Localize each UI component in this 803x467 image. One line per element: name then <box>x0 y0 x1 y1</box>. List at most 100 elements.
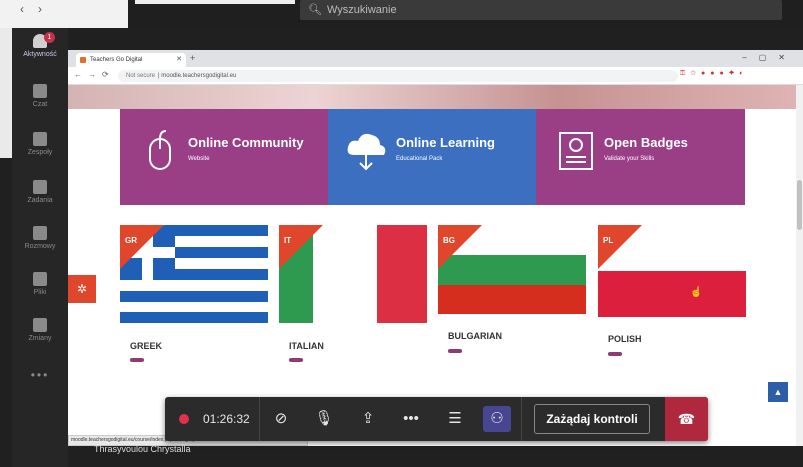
tile-title: Open Badges <box>604 135 688 150</box>
page-scrollbar[interactable] <box>796 85 803 446</box>
rail-item-teams[interactable]: Zespoły <box>12 126 68 170</box>
browser-tab-bar: Teachers Go Digital ✕ + –▢✕ <box>68 50 803 67</box>
recording-icon <box>179 414 189 424</box>
tile-open-badges[interactable]: Open Badges Validate your Skills <box>536 109 745 205</box>
language-polish[interactable]: PL POLISH ☝ <box>598 225 746 356</box>
url-text: moodle.teachersgodigital.eu <box>161 73 237 79</box>
teams-icon <box>33 132 47 146</box>
request-control-button[interactable]: Zażądaj kontroli <box>534 404 650 434</box>
rail-item-calls[interactable]: Rozmowy <box>12 220 68 264</box>
phone-icon <box>33 226 47 240</box>
close-tab-icon[interactable]: ✕ <box>176 53 182 67</box>
browser-tab[interactable]: Teachers Go Digital ✕ <box>76 53 186 67</box>
rail-item-shifts[interactable]: Zmiany <box>12 312 68 356</box>
cursor-icon: ☝ <box>690 287 703 298</box>
language-name: ITALIAN <box>289 341 324 351</box>
hang-up-button[interactable]: ☎ <box>665 397 708 441</box>
chat-icon[interactable]: ☰ <box>441 406 469 432</box>
language-name: BULGARIAN <box>448 331 502 341</box>
screen: ‹› 🔍︎ Wyszukiwanie 1 Aktywność Czat Zespo… <box>0 0 803 467</box>
assignments-icon <box>33 180 47 194</box>
nav-area: ‹› <box>0 0 128 28</box>
rail-label-calls: Rozmowy <box>24 243 56 250</box>
settings-gear-icon[interactable]: ✲ <box>68 275 96 303</box>
search-placeholder: Wyszukiwanie <box>326 4 397 16</box>
language-corner <box>279 225 323 269</box>
favicon-icon <box>80 57 86 63</box>
tab-title: Teachers Go Digital <box>90 57 143 63</box>
language-corner <box>120 225 164 269</box>
language-bulgarian[interactable]: BG BULGARIAN <box>438 225 586 353</box>
share-screen-icon[interactable]: ⇪ <box>354 406 382 432</box>
language-code: IT <box>284 236 292 245</box>
rail-label-activity: Aktywność <box>23 51 57 58</box>
scroll-to-top-button[interactable]: ▲ <box>768 382 788 402</box>
back-forward-icon[interactable]: ‹› <box>20 2 56 16</box>
camera-off-icon[interactable]: ⊘ <box>267 406 295 432</box>
certificate-icon <box>559 132 593 170</box>
participants-icon[interactable]: ⚇ <box>483 406 511 432</box>
presenter-name: Thrasyvoulou Chrystalla <box>94 444 191 454</box>
more-apps-icon[interactable]: ••• <box>12 368 68 382</box>
red-flag <box>377 225 427 323</box>
tile-subtitle: Validate your Skills <box>604 156 655 162</box>
language-code: PL <box>603 236 614 245</box>
hang-up-icon: ☎ <box>677 411 696 427</box>
more-options-icon[interactable]: ••• <box>397 406 425 432</box>
language-name: POLISH <box>608 334 642 344</box>
rail-item-files[interactable]: Pliki <box>12 266 68 310</box>
nav-buttons-icon[interactable]: ←→⟳ <box>74 70 115 79</box>
rail-label-teams: Zespoły <box>27 149 53 156</box>
meeting-timer: 01:26:32 <box>203 412 250 426</box>
meeting-toolbar: 01:26:32 ⊘ 🎙︎ ⇪ ••• ☰ ⚇ Zażądaj kontroli… <box>165 397 708 441</box>
teams-rail: 1 Aktywność Czat Zespoły Zadania Rozmowy… <box>12 28 68 467</box>
language-corner <box>438 225 482 269</box>
rail-label-shifts: Zmiany <box>28 335 52 342</box>
language-italian[interactable]: IT ITALIAN <box>279 225 329 362</box>
tile-title: Online Community <box>188 135 304 150</box>
language-unlabeled[interactable] <box>377 225 427 328</box>
teams-title-bar: ‹› 🔍︎ Wyszukiwanie <box>0 0 803 28</box>
left-edge <box>0 28 12 158</box>
activity-badge: 1 <box>44 32 55 43</box>
cloud-download-icon <box>347 133 386 171</box>
language-bar <box>448 349 462 353</box>
tile-online-community[interactable]: Online Community Website <box>120 109 328 205</box>
shared-browser-window: Teachers Go Digital ✕ + –▢✕ ←→⟳ Not secu… <box>68 50 803 446</box>
web-page: Online Community Website Online Learning… <box>68 85 803 446</box>
scroll-thumb[interactable] <box>797 180 802 230</box>
tile-subtitle: Website <box>188 156 210 162</box>
tile-subtitle: Educational Pack <box>396 156 443 162</box>
hero-image <box>68 85 803 109</box>
language-greek[interactable]: GR GREEK <box>120 225 268 362</box>
divider <box>521 397 522 441</box>
window-controls[interactable]: –▢✕ <box>742 53 797 62</box>
file-icon <box>33 272 47 286</box>
rail-label-files: Pliki <box>33 289 47 296</box>
search-input[interactable]: 🔍︎ Wyszukiwanie <box>300 0 782 20</box>
mouse-icon <box>149 130 171 170</box>
divider <box>259 397 260 441</box>
tile-online-learning[interactable]: Online Learning Educational Pack <box>328 109 536 205</box>
language-code: GR <box>125 236 137 245</box>
not-secure-label: Not secure <box>126 73 156 79</box>
chat-icon <box>33 84 47 98</box>
language-bar <box>130 358 144 362</box>
rail-item-assignments[interactable]: Zadania <box>12 174 68 218</box>
rail-item-activity[interactable]: 1 Aktywność <box>12 28 68 72</box>
rail-item-chat[interactable]: Czat <box>12 78 68 122</box>
new-tab-icon[interactable]: + <box>190 53 195 63</box>
mic-off-icon[interactable]: 🎙︎ <box>310 406 338 432</box>
language-bar <box>608 352 622 356</box>
language-code: BG <box>443 236 455 245</box>
url-field[interactable]: Not secure | moodle.teachersgodigital.eu <box>118 70 678 82</box>
language-corner <box>598 225 642 269</box>
rail-label-assignments: Zadania <box>27 197 53 204</box>
search-icon: 🔍︎ <box>308 4 322 16</box>
rail-label-chat: Czat <box>32 101 48 108</box>
extension-icons[interactable]: ⚿☆●●●✦◐ <box>680 70 749 78</box>
top-strip <box>135 0 295 4</box>
language-bar <box>289 358 303 362</box>
tile-title: Online Learning <box>396 135 495 150</box>
clock-icon <box>33 318 47 332</box>
